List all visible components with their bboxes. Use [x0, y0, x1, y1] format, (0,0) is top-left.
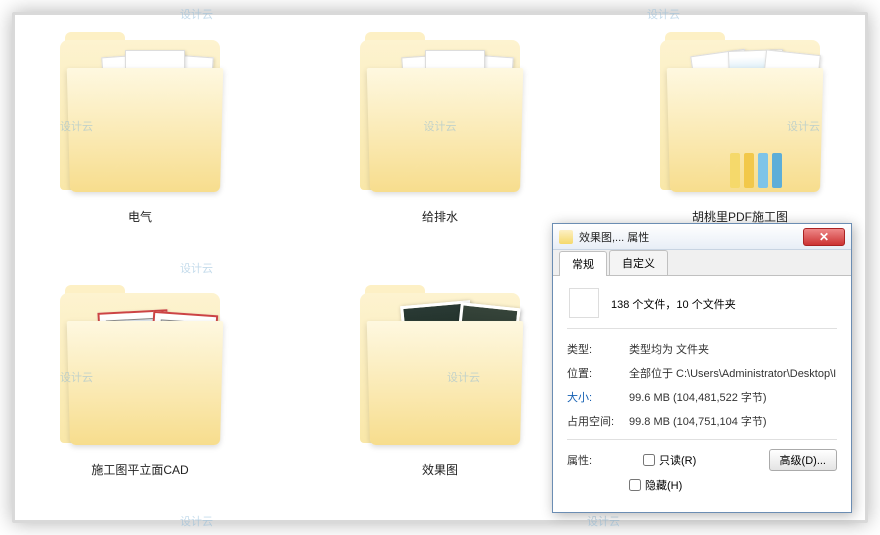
dialog-tabs: 常规 自定义 — [553, 250, 851, 276]
dialog-title: 效果图,... 属性 — [579, 229, 797, 245]
row-size: 大小: 99.6 MB (104,481,522 字节) — [567, 385, 837, 409]
folder-icon — [350, 30, 530, 200]
tab-general[interactable]: 常规 — [559, 251, 607, 276]
dialog-titlebar[interactable]: 效果图,... 属性 ✕ — [553, 224, 851, 250]
row-location: 位置: 全部位于 C:\Users\Administrator\Desktop\… — [567, 361, 837, 385]
row-hidden: 隐藏(H) — [567, 474, 837, 496]
multi-file-icon — [571, 290, 599, 318]
summary-text: 138 个文件，10 个文件夹 — [611, 296, 736, 312]
checkbox-readonly-input[interactable] — [643, 454, 655, 466]
checkbox-hidden-input[interactable] — [629, 479, 641, 491]
divider — [567, 439, 837, 440]
folder-label: 给排水 — [422, 208, 458, 225]
label-ondisk: 占用空间: — [567, 413, 629, 429]
folder-label: 效果图 — [422, 461, 458, 478]
value-size: 99.6 MB (104,481,522 字节) — [629, 389, 837, 405]
label-size: 大小: — [567, 389, 629, 405]
close-icon: ✕ — [819, 230, 829, 244]
checkbox-readonly-label: 只读(R) — [659, 452, 696, 468]
dialog-body: 138 个文件，10 个文件夹 类型: 类型均为 文件夹 位置: 全部位于 C:… — [553, 276, 851, 512]
checkbox-hidden-label: 隐藏(H) — [645, 477, 682, 493]
checkbox-readonly[interactable]: 只读(R) — [643, 452, 696, 468]
folder-item-geipaishui[interactable]: 给排水 — [320, 30, 560, 263]
properties-dialog: 效果图,... 属性 ✕ 常规 自定义 138 个文件，10 个文件夹 类型: … — [552, 223, 852, 513]
close-button[interactable]: ✕ — [803, 228, 845, 246]
advanced-button[interactable]: 高级(D)... — [769, 449, 837, 471]
row-ondisk: 占用空间: 99.8 MB (104,751,104 字节) — [567, 409, 837, 433]
folder-icon — [650, 30, 830, 200]
row-attributes: 属性: 只读(R) 高级(D)... — [567, 446, 837, 474]
folder-label: 施工图平立面CAD — [91, 461, 188, 478]
folder-small-icon — [559, 230, 573, 244]
summary-row: 138 个文件，10 个文件夹 — [567, 286, 837, 329]
checkbox-hidden[interactable]: 隐藏(H) — [629, 477, 682, 493]
folder-label: 电气 — [128, 208, 152, 225]
folder-item-dianqi[interactable]: 电气 — [20, 30, 260, 263]
folder-item-xiaoguotu[interactable]: 效果图 — [320, 283, 560, 516]
label-location: 位置: — [567, 365, 629, 381]
folder-icon — [50, 30, 230, 200]
value-ondisk: 99.8 MB (104,751,104 字节) — [629, 413, 837, 429]
value-location: 全部位于 C:\Users\Administrator\Desktop\I — [629, 365, 837, 381]
label-type: 类型: — [567, 341, 629, 357]
row-type: 类型: 类型均为 文件夹 — [567, 337, 837, 361]
value-type: 类型均为 文件夹 — [629, 341, 837, 357]
folder-icon — [350, 283, 530, 453]
tab-custom[interactable]: 自定义 — [609, 250, 668, 275]
folder-icon — [50, 283, 230, 453]
label-attributes: 属性: — [567, 452, 629, 468]
folder-item-cad[interactable]: 施工图平立面CAD — [20, 283, 260, 516]
